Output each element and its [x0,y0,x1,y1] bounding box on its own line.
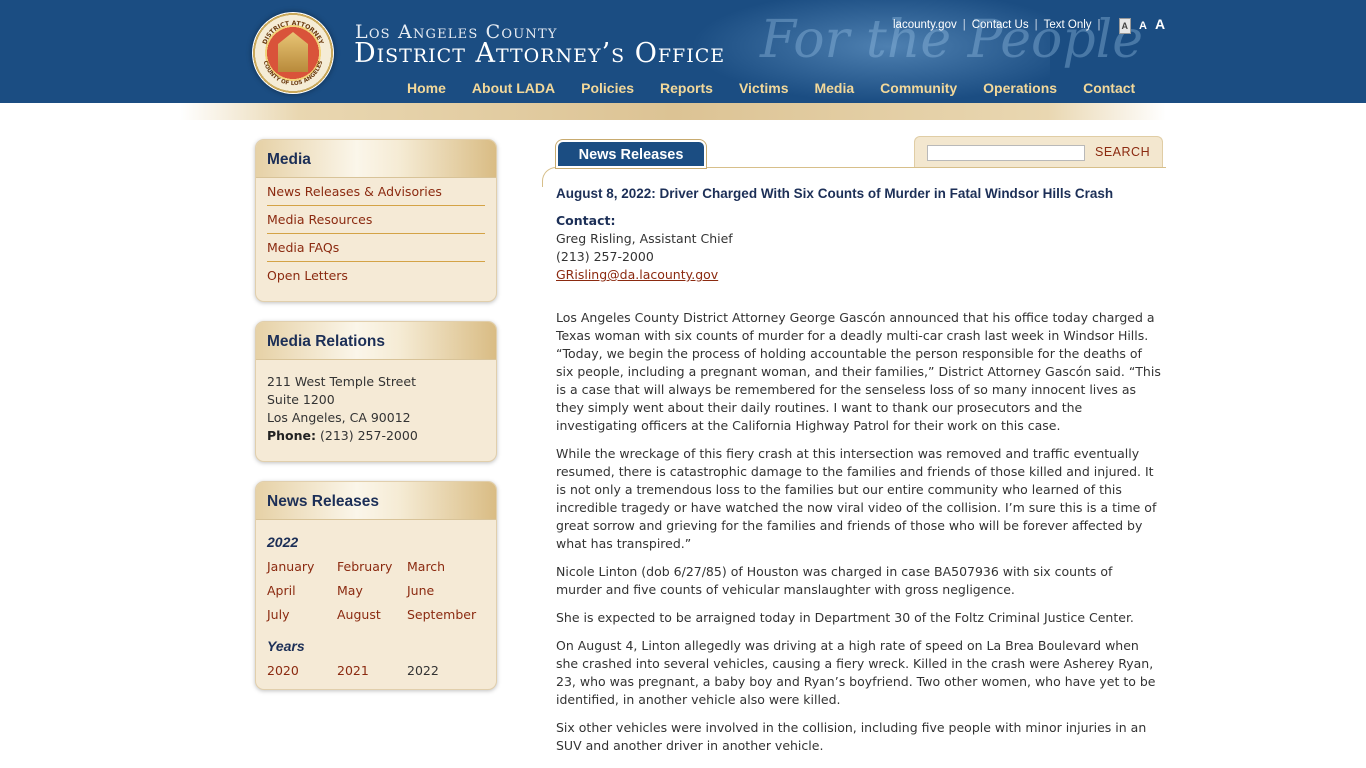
nav-contact[interactable]: Contact [1070,80,1148,102]
phone-label: Phone: [267,428,317,443]
news-releases-archive: 2022 January February March April May Ju… [256,520,496,680]
contact-phone: (213) 257-2000 [556,249,654,264]
contact-email-link[interactable]: GRisling@da.lacounty.gov [556,267,718,282]
da-seal-logo[interactable]: DISTRICT ATTORNEY COUNTY OF LOS ANGELES [252,12,334,94]
month-links: January February March April May June Ju… [267,558,485,624]
media-relations-panel: Media Relations 211 West Temple Street S… [255,321,497,462]
utility-links: lacounty.gov | Contact Us | Text Only | … [893,16,1165,34]
main-nav: Home About LADA Policies Reports Victims… [394,80,1148,102]
contact-label: Contact: [556,213,616,228]
news-article: August 8, 2022: Driver Charged With Six … [556,186,1162,765]
lacounty-link[interactable]: lacounty.gov [893,19,957,31]
media-panel-title: Media [256,140,496,178]
phone-line: Phone: (213) 257-2000 [267,427,485,445]
search-box: SEARCH [914,136,1163,167]
font-size-medium-button[interactable]: A [1139,20,1147,32]
month-link-march[interactable]: March [407,558,487,576]
news-releases-title: News Releases [256,482,496,520]
month-link-may[interactable]: May [337,582,407,600]
news-releases-panel: News Releases 2022 January February Marc… [255,481,497,690]
contact-name: Greg Risling, Assistant Chief [556,231,733,246]
header-gold-band [180,103,1166,120]
nav-about-lada[interactable]: About LADA [459,80,568,102]
separator: | [962,19,966,31]
media-relations-title: Media Relations [256,322,496,360]
sidebar-item-media-faqs[interactable]: Media FAQs [267,234,485,262]
phone-number: (213) 257-2000 [320,428,418,443]
font-size-small-button[interactable]: A [1118,18,1132,34]
sidebar-item-media-resources[interactable]: Media Resources [267,206,485,234]
sidebar-item-open-letters[interactable]: Open Letters [267,262,485,290]
separator: | [1097,19,1101,31]
year-link-2021[interactable]: 2021 [337,662,407,680]
year-links: 2020 2021 2022 [267,662,485,680]
month-link-february[interactable]: February [337,558,407,576]
brand-office[interactable]: District Attorney’s Office [354,38,725,69]
font-size-large-button[interactable]: A [1155,16,1165,32]
month-link-june[interactable]: June [407,582,487,600]
address-line: Suite 1200 [267,392,335,407]
article-title: August 8, 2022: Driver Charged With Six … [556,186,1114,201]
article-paragraph: Six other vehicles were involved in the … [556,720,1147,753]
month-link-july[interactable]: July [267,606,337,624]
nav-victims[interactable]: Victims [726,80,802,102]
content-frame-rule [542,167,1166,187]
article-paragraph: She is expected to be arraigned today in… [556,610,1134,625]
nav-media[interactable]: Media [801,80,867,102]
media-relations-address: 211 West Temple Street Suite 1200 Los An… [256,360,496,445]
nav-home[interactable]: Home [394,80,459,102]
nav-reports[interactable]: Reports [647,80,726,102]
media-panel: Media News Releases & Advisories Media R… [255,139,497,302]
article-paragraph: Nicole Linton (dob 6/27/85) of Houston w… [556,564,1113,597]
current-year-heading: 2022 [267,534,299,550]
article-paragraph: While the wreckage of this fiery crash a… [556,446,1157,551]
search-button[interactable]: SEARCH [1095,145,1150,159]
media-links: News Releases & Advisories Media Resourc… [256,178,496,290]
separator: | [1034,19,1038,31]
search-input[interactable] [927,145,1085,161]
sidebar-item-news-releases[interactable]: News Releases & Advisories [267,178,485,206]
tab-news-releases[interactable]: News Releases [556,140,706,168]
nav-operations[interactable]: Operations [970,80,1070,102]
font-size-controls: A A A [1111,16,1165,34]
site-header: For the People DISTRICT ATTORNEY COUNTY … [0,0,1366,103]
address-line: Los Angeles, CA 90012 [267,410,411,425]
address-line: 211 West Temple Street [267,374,416,389]
month-link-january[interactable]: January [267,558,337,576]
nav-community[interactable]: Community [867,80,970,102]
article-paragraph: Los Angeles County District Attorney Geo… [556,310,1161,433]
contact-us-link[interactable]: Contact Us [972,19,1029,31]
month-link-september[interactable]: September [407,606,487,624]
nav-policies[interactable]: Policies [568,80,647,102]
month-link-august[interactable]: August [337,606,407,624]
article-paragraph: On August 4, Linton allegedly was drivin… [556,638,1156,707]
year-current-2022: 2022 [407,663,439,678]
text-only-link[interactable]: Text Only [1044,19,1092,31]
year-link-2020[interactable]: 2020 [267,662,337,680]
month-link-april[interactable]: April [267,582,337,600]
years-heading: Years [267,638,305,654]
